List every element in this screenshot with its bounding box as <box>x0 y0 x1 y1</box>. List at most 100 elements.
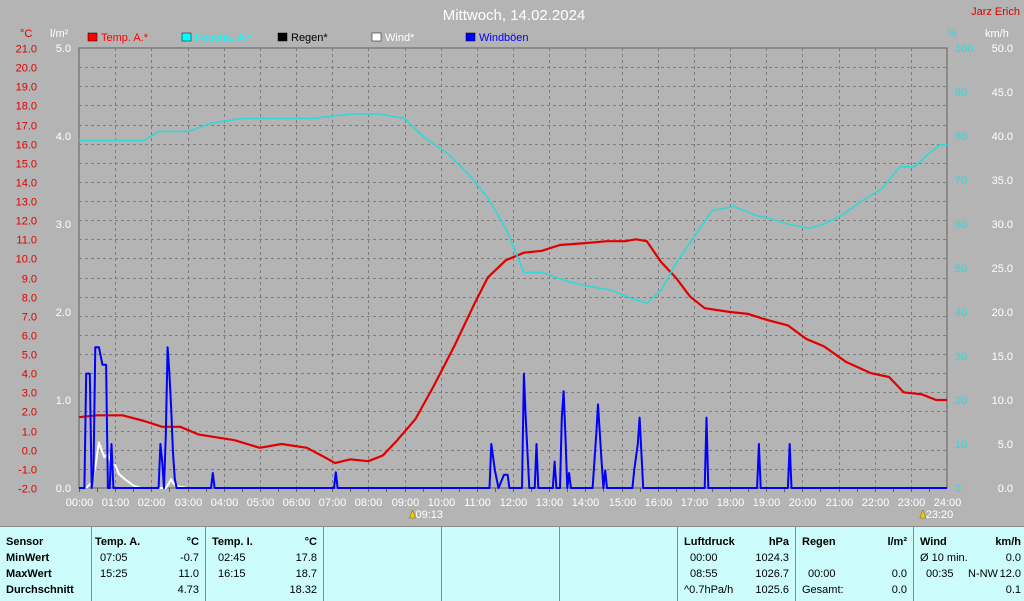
humidity-tick-label: 20 <box>955 395 967 407</box>
temp-tick-label: 8.0 <box>22 293 37 305</box>
legend-label: Feuchte A.* <box>195 32 253 44</box>
wind-header: Wind <box>920 536 947 548</box>
x-tick-label: 12:00 <box>500 497 528 509</box>
rain-column: Regen l/m² 00:00 Gesamt: 0.0 0.0 <box>796 527 914 601</box>
humidity-tick-label: 90 <box>955 87 967 99</box>
x-tick-label: 05:00 <box>247 497 275 509</box>
temp-tick-label: 13.0 <box>16 197 37 209</box>
temp-indoor-avg-value: 18.32 <box>289 584 317 596</box>
pressure-max-value: 1026.7 <box>755 568 789 580</box>
temp-tick-label: 12.0 <box>16 216 37 228</box>
x-tick-label: 18:00 <box>717 497 745 509</box>
temp-indoor-min-time: 02:45 <box>218 552 246 564</box>
chart-title: Mittwoch, 14.02.2024 <box>443 7 586 24</box>
temp-tick-label: 3.0 <box>22 388 37 400</box>
humidity-tick-label: 60 <box>955 219 967 231</box>
max-row-label: MaxWert <box>6 568 52 580</box>
temp-tick-label: 15.0 <box>16 159 37 171</box>
min-row-label: MinWert <box>6 552 50 564</box>
temp-tick-label: 2.0 <box>22 407 37 419</box>
wind-tick-label: 30.0 <box>992 219 1013 231</box>
wind-mean-value: 0.1 <box>1005 584 1021 596</box>
legend-swatch <box>87 32 98 42</box>
legend-swatch <box>181 32 192 42</box>
empty-column-3 <box>560 527 678 601</box>
sun-marker-label: 09:13 <box>415 509 443 521</box>
pressure-column: Luftdruck hPa 00:00 08:55 ^0.7hPa/h 1024… <box>678 527 796 601</box>
wind-tick-label: 20.0 <box>992 307 1013 319</box>
temp-outdoor-min-value: -0.7 <box>180 552 199 564</box>
temp-outdoor-avg-value: 4.73 <box>177 584 199 596</box>
pressure-min-value: 1024.3 <box>755 552 789 564</box>
x-tick-label: 00:00 <box>66 497 94 509</box>
x-tick-label: 07:00 <box>319 497 347 509</box>
temp-tick-label: 10.0 <box>16 254 37 266</box>
temp-outdoor-max-value: 11.0 <box>178 568 199 580</box>
humidity-tick-label: 30 <box>955 351 967 363</box>
wind-tick-label: 40.0 <box>992 131 1013 143</box>
pressure-unit: hPa <box>768 536 789 548</box>
pressure-avg-value: 1025.6 <box>755 584 789 596</box>
rain-tick-label: 0.0 <box>56 483 71 495</box>
humidity-tick-label: 80 <box>955 131 967 143</box>
temp-indoor-min-value: 17.8 <box>295 552 317 564</box>
weather-chart-area: -2.0 -1.0 0.0 1.0 2.0 3.0 4.0 5.0 6.0 7.0 8.0 9.0 10… <box>0 0 1024 526</box>
temp-indoor-unit: °C <box>304 536 317 548</box>
humidity-tick-label: 100 <box>955 43 973 55</box>
temp-tick-label: 20.0 <box>16 63 37 75</box>
rain-header: Regen <box>802 536 836 548</box>
temp-tick-label: 7.0 <box>22 312 37 324</box>
temp-tick-label: 0.0 <box>22 446 37 458</box>
sun-marker-label: 23:20 <box>926 509 954 521</box>
legend-label: Temp. A.* <box>101 32 149 44</box>
legend-swatch <box>277 32 288 42</box>
humidity-axis-unit: % <box>947 28 957 40</box>
temp-tick-label: 4.0 <box>22 369 37 381</box>
temp-tick-label: 19.0 <box>16 82 37 94</box>
wind-tick-label: 35.0 <box>992 175 1013 187</box>
x-tick-label: 04:00 <box>211 497 239 509</box>
wind-tick-label: 5.0 <box>998 439 1013 451</box>
rain-max-value: 0.0 <box>891 568 907 580</box>
x-tick-label: 08:00 <box>355 497 383 509</box>
temp-outdoor-max-time: 15:25 <box>100 568 128 580</box>
empty-column-1 <box>324 527 442 601</box>
temp-tick-label: 11.0 <box>16 235 37 247</box>
legend-swatch <box>371 32 382 42</box>
wind-avg-value: 0.0 <box>1005 552 1021 564</box>
x-tick-label: 16:00 <box>645 497 673 509</box>
x-tick-label: 09:00 <box>392 497 420 509</box>
rain-max-time: 00:00 <box>808 568 836 580</box>
rain-total-label: Gesamt: <box>802 584 844 596</box>
rain-unit: l/m² <box>887 536 907 548</box>
wind-max-value: 12.0 <box>999 568 1021 580</box>
legend-label: Regen* <box>291 32 328 44</box>
rain-axis-unit: l/m² <box>50 28 69 40</box>
temp-indoor-max-time: 16:15 <box>218 568 246 580</box>
wind-avg-label: Ø 10 min. <box>920 552 968 564</box>
x-tick-label: 23:00 <box>898 497 926 509</box>
temp-indoor-max-value: 18.7 <box>295 568 317 580</box>
x-tick-label: 24:00 <box>934 497 962 509</box>
stats-panel: Sensor MinWert MaxWert Durchschnitt Temp… <box>0 526 1024 601</box>
x-tick-label: 20:00 <box>789 497 817 509</box>
temp-outdoor-min-time: 07:05 <box>100 552 128 564</box>
x-tick-label: 19:00 <box>753 497 781 509</box>
pressure-max-time: 08:55 <box>690 568 718 580</box>
legend-label: Windböen <box>479 32 529 44</box>
temp-tick-label: 16.0 <box>16 140 37 152</box>
empty-column-2 <box>442 527 560 601</box>
pressure-min-time: 00:00 <box>690 552 718 564</box>
temp-tick-label: 5.0 <box>22 350 37 362</box>
pressure-trend: ^0.7hPa/h <box>684 584 734 596</box>
x-tick-label: 03:00 <box>175 497 203 509</box>
legend-swatch <box>465 32 476 42</box>
temp-outdoor-column: Temp. A. °C 07:05 15:25 -0.7 11.0 4.73 <box>92 527 206 601</box>
wind-tick-label: 10.0 <box>992 395 1013 407</box>
x-tick-label: 22:00 <box>862 497 890 509</box>
temp-tick-label: 14.0 <box>16 178 37 190</box>
temp-tick-label: 6.0 <box>22 331 37 343</box>
rain-tick-label: 4.0 <box>56 131 71 143</box>
x-tick-label: 21:00 <box>826 497 854 509</box>
x-tick-label: 10:00 <box>428 497 456 509</box>
